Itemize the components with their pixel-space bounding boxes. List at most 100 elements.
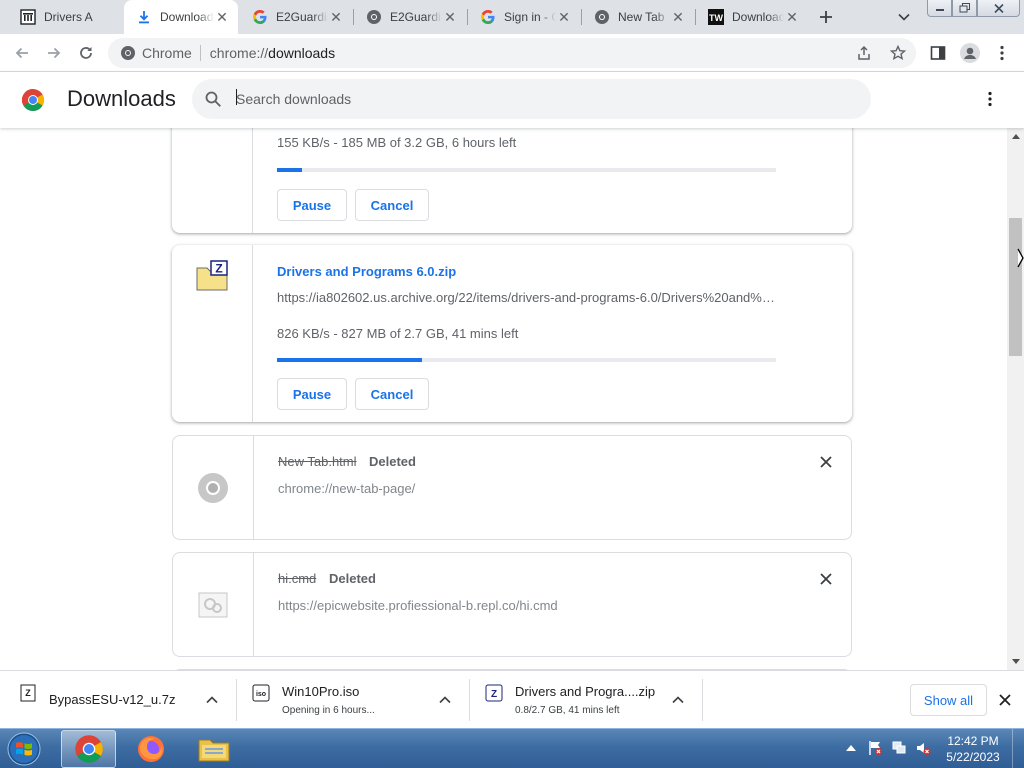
tab-title: E2Guardian	[276, 10, 328, 24]
forward-arrow-icon	[48, 47, 61, 59]
reload-button[interactable]	[74, 41, 98, 65]
remove-from-list-button[interactable]	[818, 454, 834, 470]
progress-bar	[277, 168, 776, 172]
side-panel-button[interactable]	[926, 41, 950, 65]
network-tray-icon[interactable]	[890, 739, 908, 757]
remove-from-list-button[interactable]	[818, 571, 834, 587]
tw-icon: TW	[708, 9, 724, 25]
cancel-button[interactable]: Cancel	[355, 378, 429, 410]
chrome-globe-icon	[366, 9, 382, 25]
shelf-item[interactable]: Z BypassESU-v12_u.7z	[20, 679, 230, 721]
show-hidden-icons-button[interactable]	[842, 739, 860, 757]
taskbar-clock[interactable]: 12:42 PM 5/22/2023	[940, 733, 1006, 765]
forward-button[interactable]	[42, 41, 66, 65]
windows-taskbar: 12:42 PM 5/22/2023	[0, 728, 1024, 768]
scrollbar-thumb[interactable]	[1009, 218, 1022, 356]
search-downloads-input[interactable]	[236, 87, 836, 111]
shelf-file-name: Drivers and Progra....zip	[515, 684, 656, 699]
share-button[interactable]	[854, 43, 874, 63]
close-icon	[820, 456, 832, 468]
profile-avatar-icon	[960, 43, 980, 63]
chevron-down-icon	[898, 13, 910, 21]
close-shelf-button[interactable]	[996, 691, 1014, 709]
restore-button[interactable]	[952, 0, 977, 17]
shelf-file-status: 0.8/2.7 GB, 41 mins left	[515, 705, 620, 716]
file-url[interactable]: chrome://new-tab-page/	[278, 481, 778, 496]
tab-e2guardian-1[interactable]: E2Guardian ✕	[240, 0, 352, 34]
tab-sign-in-google[interactable]: Sign in - Google ✕	[468, 0, 580, 34]
close-window-button[interactable]	[977, 0, 1020, 17]
tab-new-tab[interactable]: New Tab ✕	[582, 0, 694, 34]
show-all-button[interactable]: Show all	[910, 684, 987, 716]
shelf-file-name: Win10Pro.iso	[282, 684, 360, 699]
show-desktop-button[interactable]	[1012, 729, 1024, 768]
tab-drivers-archive[interactable]: Drivers A	[8, 0, 121, 34]
shelf-item-menu-button[interactable]	[437, 692, 453, 708]
search-icon	[205, 91, 221, 107]
download-item: Z Drivers and Programs 6.0.zip https://i…	[172, 245, 852, 422]
tab-downloads-active[interactable]: Downloads ✕	[124, 0, 238, 34]
download-item: 155 KB/s - 185 MB of 3.2 GB, 6 hours lef…	[172, 128, 852, 233]
tab-search-button[interactable]	[894, 8, 914, 26]
new-tab-button[interactable]	[814, 5, 838, 29]
zip-file-icon: Z	[195, 259, 229, 293]
tab-title: Downloads	[732, 10, 784, 24]
address-bar[interactable]: Chrome chrome://downloads	[108, 38, 916, 68]
volume-tray-icon[interactable]	[914, 739, 932, 757]
side-panel-icon	[930, 46, 946, 60]
pause-button[interactable]: Pause	[277, 378, 347, 410]
download-item: hi.cmd Deleted https://epicwebsite.profi…	[172, 552, 852, 657]
bookmark-button[interactable]	[888, 43, 908, 63]
taskbar-firefox[interactable]	[123, 730, 178, 768]
plus-icon	[820, 11, 832, 23]
file-name-link[interactable]: Drivers and Programs 6.0.zip	[277, 264, 456, 279]
downloads-menu-button[interactable]	[978, 87, 1002, 111]
chrome-logo-icon	[21, 89, 45, 112]
close-tab-icon[interactable]: ✕	[784, 9, 800, 25]
shelf-item[interactable]: iso Win10Pro.iso Opening in 6 hours...	[252, 679, 462, 721]
back-button[interactable]	[10, 41, 34, 65]
deleted-status: Deleted	[369, 454, 416, 469]
close-tab-icon[interactable]: ✕	[442, 9, 458, 25]
cancel-button[interactable]: Cancel	[355, 189, 429, 221]
windows-start-orb-icon	[7, 732, 41, 766]
minimize-icon	[935, 9, 944, 11]
file-url[interactable]: https://ia802602.us.archive.org/22/items…	[277, 290, 777, 305]
action-center-tray-icon[interactable]	[866, 739, 884, 757]
shelf-divider	[702, 679, 703, 721]
scroll-down-arrow[interactable]	[1007, 653, 1024, 670]
shelf-item[interactable]: Z Drivers and Progra....zip 0.8/2.7 GB, …	[485, 679, 695, 721]
tab-e2guardian-2[interactable]: E2Guardian ✕	[354, 0, 466, 34]
pause-button[interactable]: Pause	[277, 189, 347, 221]
shelf-file-name: BypassESU-v12_u.7z	[49, 692, 176, 707]
page-scrollbar[interactable]	[1007, 128, 1024, 670]
shelf-item-menu-button[interactable]	[204, 692, 220, 708]
chrome-globe-icon	[594, 9, 610, 25]
browser-menu-button[interactable]	[990, 41, 1014, 65]
svg-text:iso: iso	[256, 691, 266, 698]
close-tab-icon[interactable]: ✕	[556, 9, 572, 25]
minimize-button[interactable]	[927, 0, 952, 17]
tab-downloads-tw[interactable]: TW Downloads ✕	[696, 0, 808, 34]
close-tab-icon[interactable]: ✕	[214, 9, 230, 25]
profile-button[interactable]	[958, 41, 982, 65]
tab-strip: Drivers A Downloads ✕ E2Guardian ✕ E2Gua…	[0, 0, 1024, 34]
download-progress-text: 826 KB/s - 827 MB of 2.7 GB, 41 mins lef…	[277, 326, 519, 341]
close-icon	[993, 3, 1004, 13]
svg-text:Z: Z	[215, 262, 222, 276]
scroll-up-arrow[interactable]	[1007, 128, 1024, 145]
file-url[interactable]: https://epicwebsite.profiessional-b.repl…	[278, 598, 778, 613]
share-icon	[858, 45, 870, 60]
star-icon	[890, 45, 906, 60]
taskbar-chrome[interactable]	[61, 730, 116, 768]
google-icon	[252, 9, 268, 25]
file-name-deleted: hi.cmd	[278, 571, 317, 586]
close-tab-icon[interactable]: ✕	[670, 9, 686, 25]
start-button[interactable]	[4, 730, 44, 768]
taskbar-file-explorer[interactable]	[186, 730, 241, 768]
close-tab-icon[interactable]: ✕	[328, 9, 344, 25]
search-box[interactable]	[192, 79, 871, 119]
shelf-item-menu-button[interactable]	[670, 692, 686, 708]
close-icon	[999, 694, 1011, 706]
file-name-deleted: New Tab.html	[278, 454, 357, 469]
